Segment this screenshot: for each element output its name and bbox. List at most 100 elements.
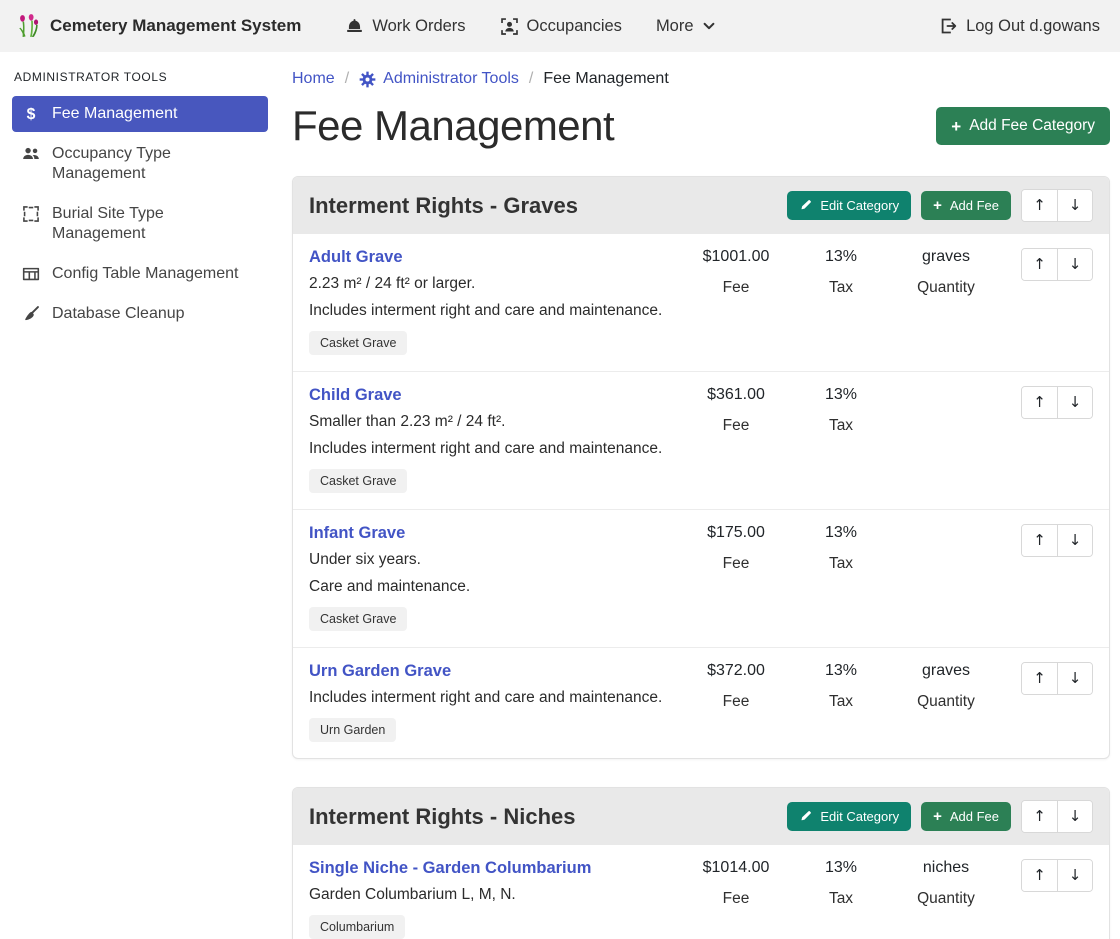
tax-value: 13% xyxy=(791,524,891,542)
logout-button[interactable]: Log Out d.gowans xyxy=(935,9,1104,44)
fee-label: Fee xyxy=(681,890,791,908)
tulips-logo-icon xyxy=(16,13,42,39)
app-brand[interactable]: Cemetery Management System xyxy=(16,13,301,39)
move-category-up-button[interactable]: ↑ xyxy=(1022,801,1057,832)
quantity-label: Quantity xyxy=(891,890,1001,908)
sidebar-item-config-table-management[interactable]: Config Table Management xyxy=(12,256,268,292)
breadcrumb-separator: / xyxy=(529,70,533,88)
move-fee-up-button[interactable]: ↑ xyxy=(1022,663,1057,694)
fee-tag-badge: Urn Garden xyxy=(309,718,396,742)
tax-label: Tax xyxy=(791,890,891,908)
chevron-down-icon xyxy=(702,19,716,33)
tax-value: 13% xyxy=(791,248,891,266)
fee-description-line: Includes interment right and care and ma… xyxy=(309,302,681,320)
fee-row: Adult Grave 2.23 m² / 24 ft² or larger. I… xyxy=(293,234,1109,371)
fee-label: Fee xyxy=(681,555,791,573)
add-fee-category-button[interactable]: + Add Fee Category xyxy=(936,107,1110,145)
move-category-down-button[interactable]: ↓ xyxy=(1057,801,1092,832)
fee-description-line: Includes interment right and care and ma… xyxy=(309,440,681,458)
sidebar-item-burial-site-type-management[interactable]: Burial Site Type Management xyxy=(12,196,268,252)
sidebar-item-occupancy-type-management[interactable]: Occupancy Type Management xyxy=(12,136,268,192)
fee-label: Fee xyxy=(681,417,791,435)
move-fee-down-button[interactable]: ↓ xyxy=(1057,387,1092,418)
fee-reorder-group: ↑ ↓ xyxy=(1021,248,1093,281)
fee-tag-badge: Casket Grave xyxy=(309,607,407,631)
broom-icon xyxy=(22,305,40,323)
add-fee-button[interactable]: + Add Fee xyxy=(921,802,1011,831)
sidebar: ADMINISTRATOR TOOLS Fee Management Occup… xyxy=(0,52,280,939)
hard-hat-icon xyxy=(345,17,364,36)
breadcrumb-home[interactable]: Home xyxy=(292,70,335,88)
fee-description-line: Under six years. xyxy=(309,551,681,569)
tax-label: Tax xyxy=(791,693,891,711)
main-content: Home/Administrator Tools/Fee Management … xyxy=(280,52,1120,939)
nav-item-work-orders[interactable]: Work Orders xyxy=(331,9,479,44)
person-frame-icon xyxy=(500,17,519,36)
dollar-icon xyxy=(22,105,40,123)
fee-reorder-group: ↑ ↓ xyxy=(1021,386,1093,419)
fee-name-link[interactable]: Adult Grave xyxy=(309,248,403,267)
bounding-box-icon xyxy=(22,205,40,223)
gear-icon xyxy=(359,71,376,88)
breadcrumb-separator: / xyxy=(345,70,349,88)
fee-reorder-group: ↑ ↓ xyxy=(1021,859,1093,892)
fee-description-line: Includes interment right and care and ma… xyxy=(309,689,681,707)
fee-description-line: Smaller than 2.23 m² / 24 ft². xyxy=(309,413,681,431)
fee-tag-badge: Columbarium xyxy=(309,915,405,939)
page-title: Fee Management xyxy=(292,102,614,150)
fee-description-line: Garden Columbarium L, M, N. xyxy=(309,886,681,904)
quantity-label: Quantity xyxy=(891,693,1001,711)
quantity-value: graves xyxy=(891,662,1001,680)
quantity-value: graves xyxy=(891,248,1001,266)
breadcrumb-administrator-tools[interactable]: Administrator Tools xyxy=(359,70,519,88)
fee-name-link[interactable]: Child Grave xyxy=(309,386,402,405)
category-title: Interment Rights - Graves xyxy=(309,193,578,219)
fee-reorder-group: ↑ ↓ xyxy=(1021,662,1093,695)
sidebar-item-fee-management[interactable]: Fee Management xyxy=(12,96,268,132)
add-fee-button[interactable]: + Add Fee xyxy=(921,191,1011,220)
fee-tag-badge: Casket Grave xyxy=(309,469,407,493)
fee-name-link[interactable]: Infant Grave xyxy=(309,524,405,543)
move-fee-down-button[interactable]: ↓ xyxy=(1057,860,1092,891)
sidebar-item-database-cleanup[interactable]: Database Cleanup xyxy=(12,296,268,332)
pencil-icon xyxy=(799,810,812,823)
tax-value: 13% xyxy=(791,386,891,404)
fee-row: Urn Garden Grave Includes interment righ… xyxy=(293,647,1109,758)
quantity-label: Quantity xyxy=(891,279,1001,297)
fee-amount: $1014.00 xyxy=(681,859,791,877)
move-fee-down-button[interactable]: ↓ xyxy=(1057,663,1092,694)
breadcrumb-fee-management: Fee Management xyxy=(543,70,668,88)
move-fee-down-button[interactable]: ↓ xyxy=(1057,249,1092,280)
tax-value: 13% xyxy=(791,662,891,680)
fee-category-card: Interment Rights - Graves Edit Category … xyxy=(292,176,1110,759)
fee-category-card: Interment Rights - Niches Edit Category … xyxy=(292,787,1110,939)
quantity-value: niches xyxy=(891,859,1001,877)
move-category-up-button[interactable]: ↑ xyxy=(1022,190,1057,221)
breadcrumb: Home / Administrator Tools / Fee Management xyxy=(292,70,1110,88)
pencil-icon xyxy=(799,199,812,212)
move-fee-up-button[interactable]: ↑ xyxy=(1022,525,1057,556)
move-fee-up-button[interactable]: ↑ xyxy=(1022,249,1057,280)
nav-item-occupancies[interactable]: Occupancies xyxy=(486,9,636,44)
sidebar-heading: ADMINISTRATOR TOOLS xyxy=(14,70,266,84)
category-header: Interment Rights - Graves Edit Category … xyxy=(293,177,1109,234)
category-reorder-group: ↑ ↓ xyxy=(1021,189,1093,222)
move-fee-up-button[interactable]: ↑ xyxy=(1022,387,1057,418)
move-category-down-button[interactable]: ↓ xyxy=(1057,190,1092,221)
move-fee-up-button[interactable]: ↑ xyxy=(1022,860,1057,891)
fee-amount: $361.00 xyxy=(681,386,791,404)
edit-category-button[interactable]: Edit Category xyxy=(787,802,911,831)
tax-label: Tax xyxy=(791,417,891,435)
fee-label: Fee xyxy=(681,279,791,297)
fee-name-link[interactable]: Urn Garden Grave xyxy=(309,662,451,681)
edit-category-button[interactable]: Edit Category xyxy=(787,191,911,220)
move-fee-down-button[interactable]: ↓ xyxy=(1057,525,1092,556)
fee-description-line: 2.23 m² / 24 ft² or larger. xyxy=(309,275,681,293)
fee-reorder-group: ↑ ↓ xyxy=(1021,524,1093,557)
fee-name-link[interactable]: Single Niche - Garden Columbarium xyxy=(309,859,591,878)
logout-icon xyxy=(939,17,957,35)
nav-item-more[interactable]: More xyxy=(642,9,730,44)
people-icon xyxy=(22,145,40,163)
top-navbar: Cemetery Management System Work Orders O… xyxy=(0,0,1120,52)
table-icon xyxy=(22,265,40,283)
